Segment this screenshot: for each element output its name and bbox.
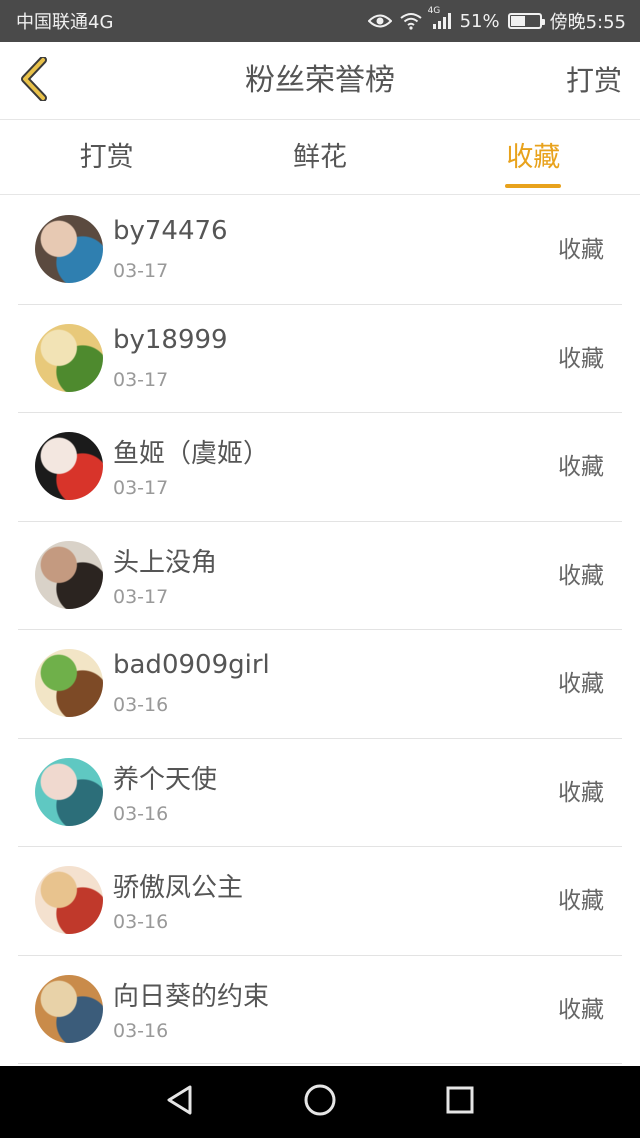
battery-fill [510, 16, 525, 26]
system-nav-bar [0, 1066, 640, 1138]
user-name: 向日葵的约束 [113, 981, 270, 1012]
action-label: 收藏 [558, 454, 604, 480]
action-label: 收藏 [558, 562, 604, 589]
date-label: 03-17 [113, 585, 169, 608]
tab-active-indicator [505, 184, 562, 188]
list-item[interactable]: 向日葵的约束 03-16 收藏 [18, 956, 622, 1064]
eye-icon [367, 13, 392, 29]
header: 粉丝荣誉榜 打赏 [0, 42, 640, 120]
user-name: 养个天使 [113, 764, 218, 795]
date-label: 03-17 [113, 260, 169, 282]
battery-icon [507, 13, 545, 29]
date-label: 03-17 [113, 368, 169, 391]
page-title: 粉丝荣誉榜 [245, 63, 395, 98]
action-label: 收藏 [558, 237, 604, 263]
list-item[interactable]: 鱼姬（虞姬） 03-17 收藏 [18, 413, 622, 522]
list-item[interactable]: by18999 03-17 收藏 [18, 305, 622, 413]
triangle-back-icon [165, 1084, 195, 1120]
tab-bar: 打赏 鲜花 收藏 [0, 121, 640, 195]
list-item[interactable]: 骄傲凤公主 03-16 收藏 [18, 847, 622, 956]
battery-percent: 51% [459, 10, 500, 32]
avatar[interactable] [35, 323, 103, 392]
tab-label: 打赏 [79, 142, 134, 173]
user-name: 鱼姬（虞姬） [113, 439, 270, 469]
action-label: 收藏 [558, 888, 604, 914]
nav-back-button[interactable] [150, 1072, 210, 1132]
signal-icon: 4G [428, 6, 452, 30]
avatar[interactable] [35, 649, 103, 717]
list-item[interactable]: 头上没角 03-17 收藏 [18, 522, 622, 630]
action-label: 收藏 [558, 345, 604, 372]
user-name: 骄傲凤公主 [113, 873, 244, 903]
status-bar: 中国联通4G 4G 51% 傍晚5:55 [0, 0, 640, 42]
avatar[interactable] [35, 757, 103, 826]
nav-home-button[interactable] [290, 1072, 350, 1132]
action-label: 收藏 [558, 779, 604, 806]
list-item[interactable]: bad0909girl 03-16 收藏 [18, 630, 622, 739]
user-name: by18999 [113, 324, 228, 355]
fan-list: by74476 03-17 收藏 by18999 03-17 收藏 鱼姬（虞姬）… [0, 196, 640, 1064]
list-item[interactable]: by74476 03-17 收藏 [18, 196, 622, 305]
avatar[interactable] [35, 866, 103, 934]
user-name: by74476 [113, 216, 228, 246]
date-label: 03-17 [113, 477, 169, 499]
square-recents-icon [445, 1085, 475, 1119]
tab-flowers[interactable]: 鲜花 [213, 121, 426, 194]
avatar[interactable] [35, 540, 103, 609]
date-label: 03-16 [113, 1019, 169, 1042]
status-icons: 4G 51% 傍晚5:55 [367, 6, 626, 34]
action-label: 收藏 [558, 671, 604, 697]
avatar[interactable] [35, 215, 103, 283]
action-label: 收藏 [558, 996, 604, 1023]
tab-label: 鲜花 [292, 142, 347, 173]
tab-reward[interactable]: 打赏 [0, 121, 213, 194]
clock: 傍晚5:55 [549, 12, 626, 33]
user-name: 头上没角 [113, 547, 218, 578]
avatar[interactable] [35, 432, 103, 500]
date-label: 03-16 [113, 694, 169, 716]
user-name: bad0909girl [113, 650, 270, 680]
carrier-label: 中国联通4G [16, 12, 114, 33]
date-label: 03-16 [113, 911, 169, 933]
avatar[interactable] [35, 974, 103, 1043]
date-label: 03-16 [113, 802, 169, 825]
list-item[interactable]: 养个天使 03-16 收藏 [18, 739, 622, 847]
tab-label: 收藏 [506, 142, 561, 173]
nav-recents-button[interactable] [430, 1072, 490, 1132]
circle-home-icon [303, 1083, 337, 1121]
wifi-icon [399, 12, 422, 30]
reward-button[interactable]: 打赏 [566, 42, 622, 120]
tab-favorites[interactable]: 收藏 [427, 121, 640, 194]
network-type-label: 4G [427, 6, 441, 16]
